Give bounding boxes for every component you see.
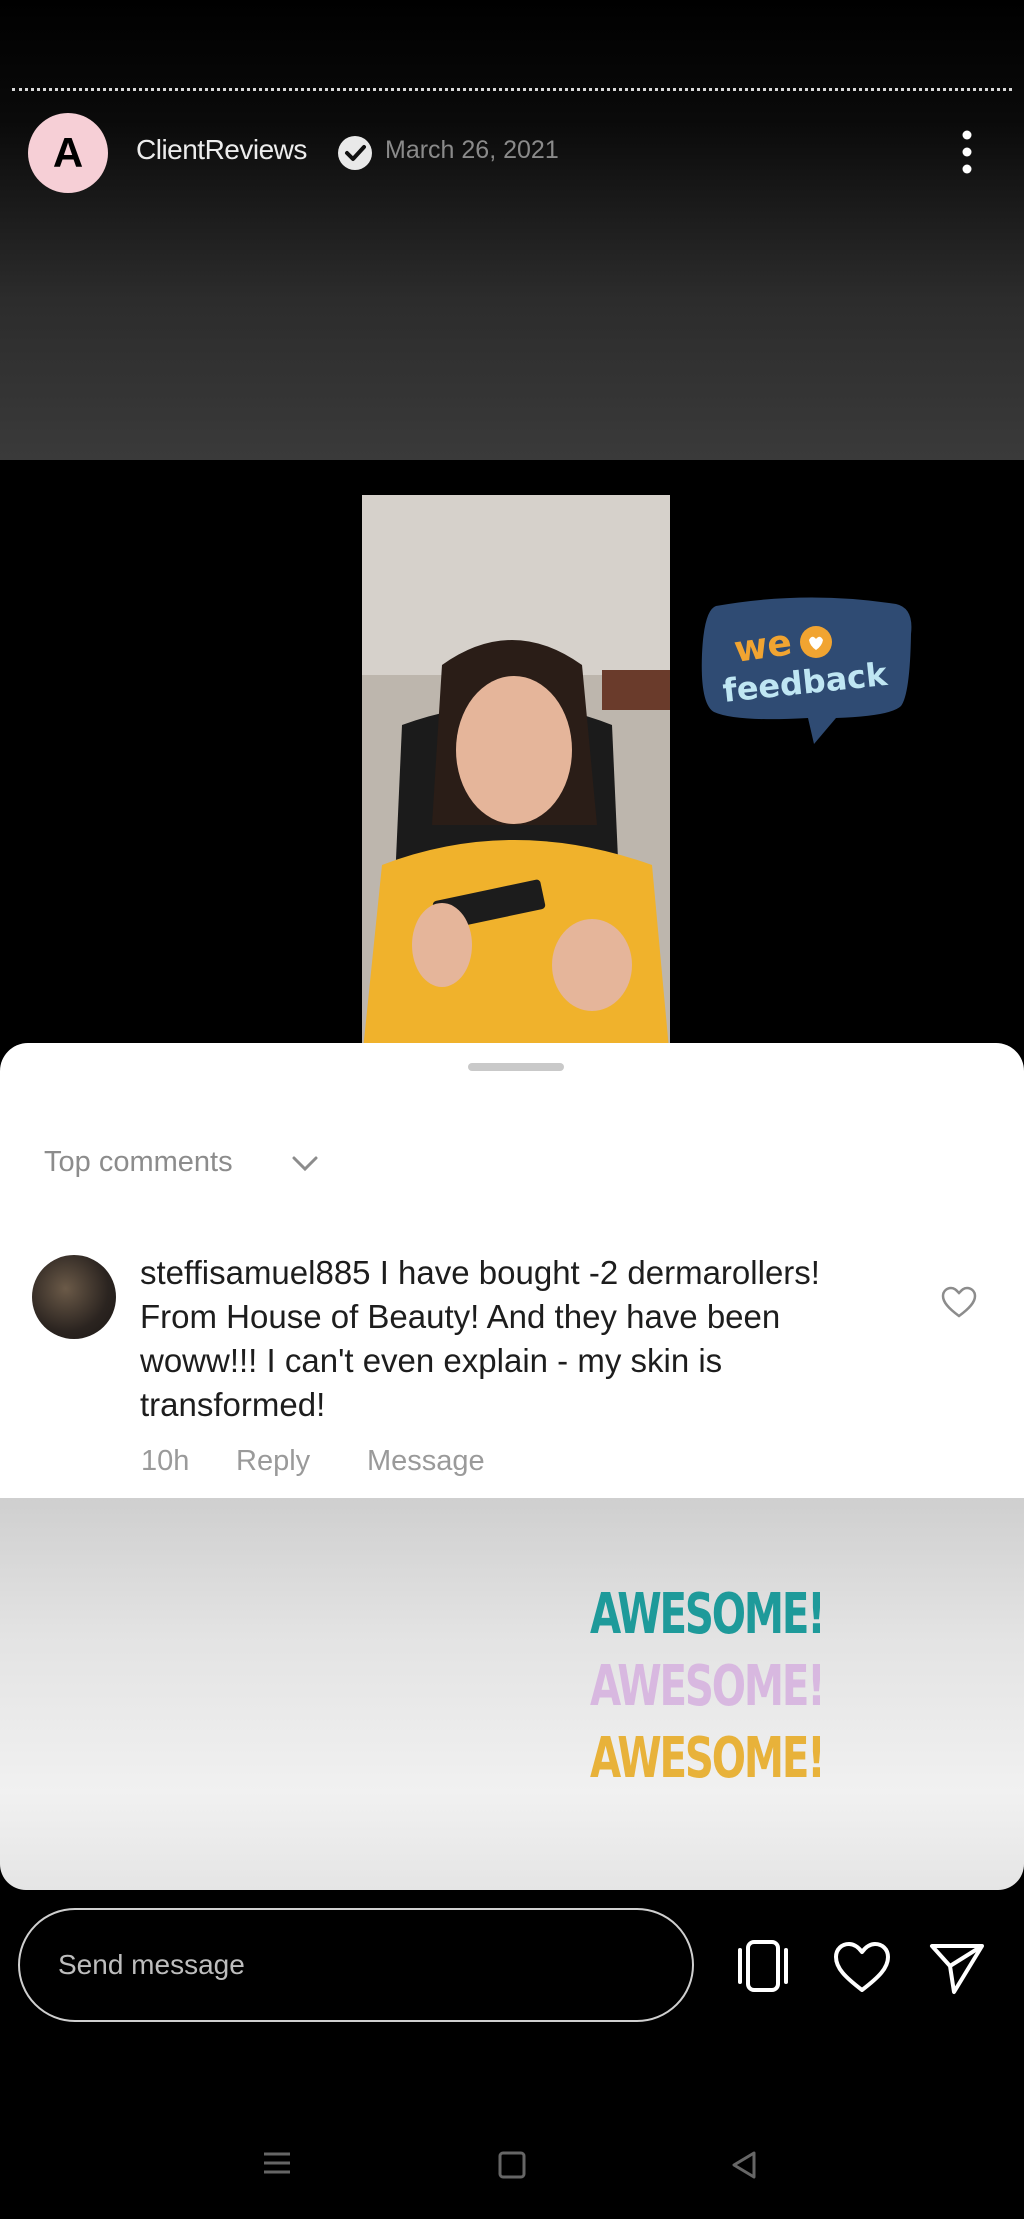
back-icon[interactable] (730, 2150, 758, 2180)
svg-text:we: we (732, 622, 795, 671)
we-love-feedback-sticker: we feedback (696, 594, 914, 754)
send-message-input[interactable]: Send message (18, 1908, 694, 2022)
comment-body: steffisamuel885 I have bought -2 dermaro… (140, 1251, 860, 1427)
avatar[interactable]: A (28, 113, 108, 193)
commenter-username[interactable]: steffisamuel885 (140, 1254, 371, 1291)
post-date: March 26, 2021 (385, 136, 559, 164)
avatar-letter: A (52, 129, 84, 176)
gallery-icon[interactable] (732, 1938, 794, 1994)
more-vertical-icon[interactable] (952, 127, 982, 177)
review-video[interactable] (362, 495, 670, 1060)
awesome-text-3: AWESOME! (590, 1726, 826, 1791)
send-icon[interactable] (928, 1938, 986, 1996)
verified-badge-icon (338, 136, 372, 170)
commenter-avatar[interactable] (32, 1255, 116, 1339)
comments-sheet: Top comments steffisamuel885 I have boug… (0, 1043, 1024, 1498)
story-overlay-image (0, 1498, 1024, 1890)
menu-icon[interactable] (262, 2148, 292, 2178)
story-header-area (0, 0, 1024, 460)
awesome-text-1: AWESOME! (590, 1582, 826, 1647)
message-button[interactable]: Message (367, 1445, 485, 1478)
heart-icon[interactable] (940, 1285, 978, 1319)
comments-sort-label[interactable]: Top comments (44, 1146, 233, 1179)
heart-icon[interactable] (832, 1940, 892, 1994)
home-icon[interactable] (498, 2151, 526, 2179)
awesome-text-2: AWESOME! (590, 1654, 826, 1719)
comment-time: 10h (141, 1445, 190, 1477)
reply-button[interactable]: Reply (236, 1445, 310, 1478)
sheet-drag-handle[interactable] (468, 1063, 564, 1071)
story-progress-bar (12, 88, 1012, 91)
username[interactable]: ClientReviews (136, 134, 307, 166)
chevron-down-icon[interactable] (290, 1153, 320, 1175)
